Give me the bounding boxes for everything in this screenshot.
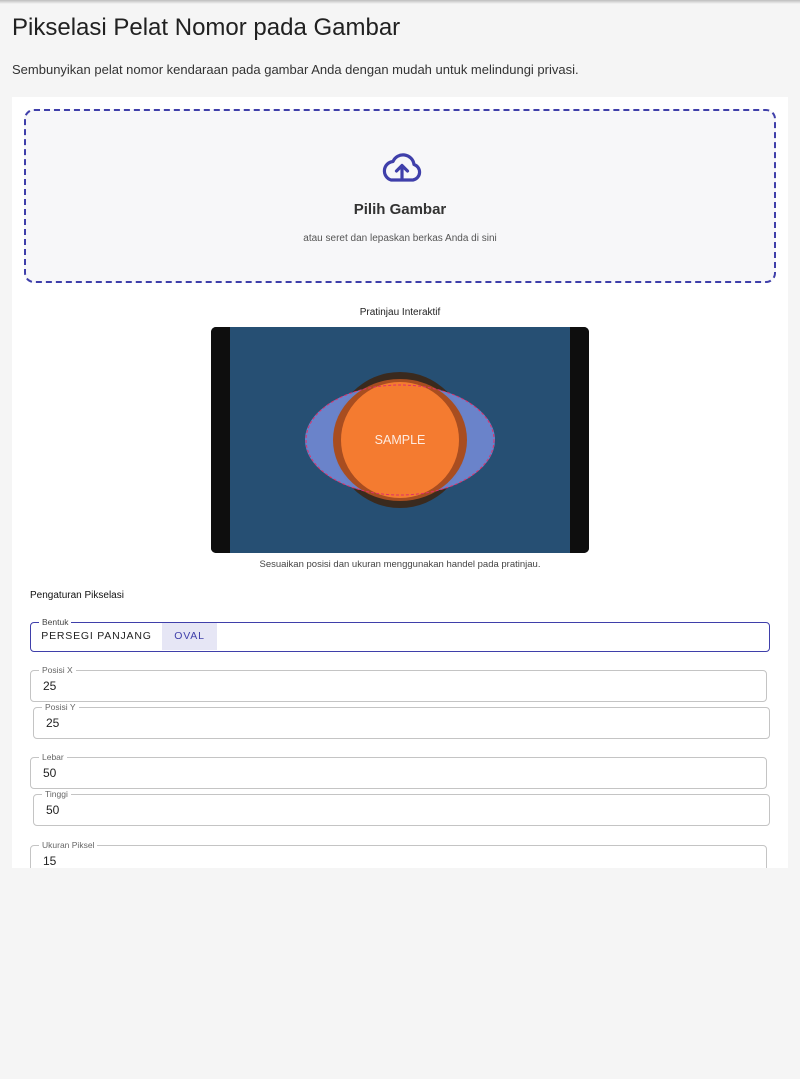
shape-oval-button[interactable]: OVAL	[162, 623, 217, 650]
position-y-input[interactable]	[46, 708, 746, 738]
preview-canvas: SAMPLE	[211, 327, 589, 553]
interactive-preview[interactable]: SAMPLE	[211, 327, 589, 553]
height-input[interactable]	[46, 795, 746, 825]
page-subtitle: Sembunyikan pelat nomor kendaraan pada g…	[12, 62, 579, 77]
pixel-size-input[interactable]	[43, 846, 743, 868]
preview-hint: Sesuaikan posisi dan ukuran menggunakan …	[259, 559, 541, 570]
sample-text: SAMPLE	[375, 433, 426, 447]
drop-hint: atau seret dan lepaskan berkas Anda di s…	[303, 233, 497, 244]
height-field: Tinggi	[33, 789, 770, 826]
position-x-input[interactable]	[43, 671, 743, 701]
shape-rectangle-button[interactable]: PERSEGI PANJANG	[31, 623, 162, 650]
pixel-size-field: Ukuran Piksel	[30, 840, 767, 868]
choose-image-title: Pilih Gambar	[353, 201, 447, 218]
main-card: Pilih Gambar atau seret dan lepaskan ber…	[12, 97, 788, 868]
file-dropzone[interactable]: Pilih Gambar atau seret dan lepaskan ber…	[24, 109, 776, 283]
width-field: Lebar	[30, 752, 767, 789]
position-x-field: Posisi X	[30, 665, 767, 702]
settings-title: Pengaturan Pikselasi	[30, 590, 124, 601]
width-input[interactable]	[43, 758, 743, 788]
position-y-field: Posisi Y	[33, 702, 770, 739]
preview-label: Pratinjau Interaktif	[359, 307, 441, 318]
top-shadow	[0, 0, 800, 4]
page-title: Pikselasi Pelat Nomor pada Gambar	[12, 14, 401, 41]
shape-toggle-group: Bentuk PERSEGI PANJANG OVAL	[30, 617, 770, 652]
cloud-upload-icon	[382, 153, 422, 182]
